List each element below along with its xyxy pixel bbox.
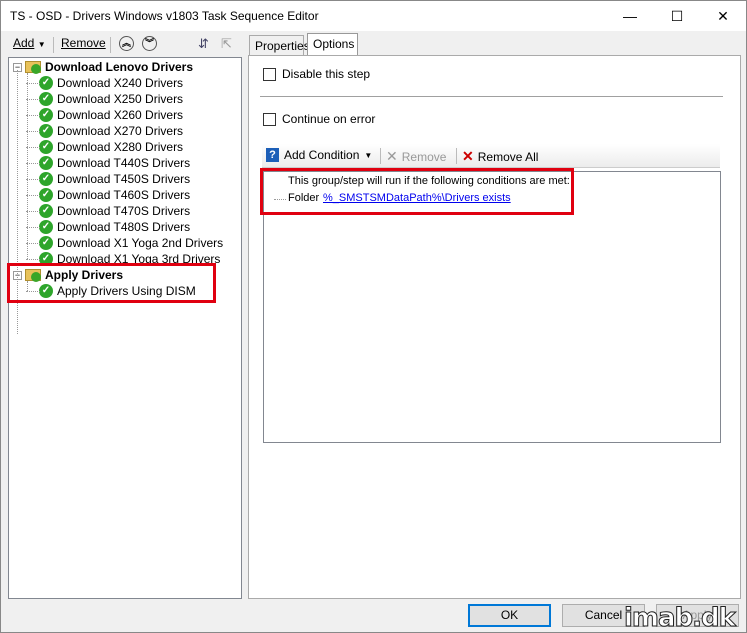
ok-button[interactable]: OK <box>468 604 551 627</box>
success-check-icon: ✓ <box>39 108 53 122</box>
title-bar: TS - OSD - Drivers Windows v1803 Task Se… <box>1 1 746 31</box>
remove-condition-label: Remove <box>401 149 447 164</box>
tab-options[interactable]: Options <box>307 33 358 56</box>
tab-properties[interactable]: Properties <box>249 35 310 55</box>
remove-x-icon: ✕ <box>386 148 398 164</box>
success-check-icon: ✓ <box>39 204 53 218</box>
tree-line <box>26 243 40 244</box>
tree-item[interactable]: ✓ Download T450S Drivers <box>26 171 191 187</box>
disable-step-checkbox[interactable]: Disable this step <box>263 67 370 81</box>
tree-item[interactable]: ✓ Download T480S Drivers <box>26 219 191 235</box>
add-menu-button[interactable]: Add ▼ <box>13 36 46 50</box>
options-panel: Disable this step Continue on error ? Ad… <box>248 55 741 599</box>
dropdown-arrow-icon: ▼ <box>364 150 373 160</box>
toolbar-separator <box>380 148 381 164</box>
success-check-icon: ✓ <box>39 220 53 234</box>
tree-item[interactable]: ✓ Download X1 Yoga 2nd Drivers <box>26 235 224 251</box>
expand-icon[interactable]: ⇵ <box>198 36 209 52</box>
success-check-icon: ✓ <box>39 188 53 202</box>
sequence-toolbar: Add ▼ Remove ︽ ︾ ⇵ ⇱ <box>7 35 242 55</box>
dropdown-arrow-icon: ▼ <box>37 40 46 49</box>
tree-item[interactable]: ✓ Download X280 Drivers <box>26 139 184 155</box>
checkbox-box <box>263 67 276 81</box>
tree-item[interactable]: ✓ Download T460S Drivers <box>26 187 191 203</box>
help-icon: ? <box>266 148 279 162</box>
tree-item[interactable]: ✓ Download X260 Drivers <box>26 107 184 123</box>
tree-line <box>26 195 40 196</box>
tree-item-label: Download X280 Drivers <box>57 140 184 154</box>
highlight-box-apply-drivers <box>7 263 216 303</box>
folder-icon <box>25 61 41 74</box>
toolbar-separator <box>53 37 54 53</box>
success-check-icon: ✓ <box>39 140 53 154</box>
tree-line <box>27 73 28 259</box>
continue-on-error-checkbox[interactable]: Continue on error <box>263 112 375 126</box>
disable-step-label: Disable this step <box>282 67 371 81</box>
tree-line <box>26 227 40 228</box>
success-check-icon: ✓ <box>39 236 53 250</box>
tree-item-label: Download T450S Drivers <box>57 172 191 186</box>
tree-line <box>26 179 40 180</box>
move-up-icon[interactable]: ︽ <box>119 36 134 51</box>
remove-button[interactable]: Remove <box>61 36 106 50</box>
task-sequence-editor-window: TS - OSD - Drivers Windows v1803 Task Se… <box>0 0 747 633</box>
add-label: Add <box>13 36 35 50</box>
add-condition-button[interactable]: ? Add Condition ▼ <box>266 148 372 162</box>
toolbar-separator <box>456 148 457 164</box>
tree-line <box>26 163 40 164</box>
tree-item-label: Download T470S Drivers <box>57 204 191 218</box>
maximize-button[interactable]: ☐ <box>654 1 700 31</box>
success-check-icon: ✓ <box>39 124 53 138</box>
tree-group-label: Download Lenovo Drivers <box>45 60 194 74</box>
collapse-icon[interactable]: ⇱ <box>221 36 232 52</box>
remove-all-button[interactable]: ✕ Remove All <box>462 148 538 165</box>
continue-on-error-label: Continue on error <box>282 112 376 126</box>
remove-all-x-icon: ✕ <box>462 148 474 164</box>
tree-item[interactable]: ✓ Download X250 Drivers <box>26 91 184 107</box>
tree-line <box>26 131 40 132</box>
tree-group[interactable]: − Download Lenovo Drivers <box>13 59 193 75</box>
tree-line <box>26 259 40 260</box>
success-check-icon: ✓ <box>39 92 53 106</box>
checkbox-box <box>263 112 276 126</box>
add-condition-label: Add Condition <box>284 148 360 162</box>
tree-item[interactable]: ✓ Download X240 Drivers <box>26 75 184 91</box>
move-down-icon[interactable]: ︾ <box>142 36 157 51</box>
tree-item-label: Download X250 Drivers <box>57 92 184 106</box>
tree-item[interactable]: ✓ Download X270 Drivers <box>26 123 184 139</box>
highlight-box-condition <box>260 168 574 215</box>
remove-condition-button[interactable]: ✕ Remove <box>386 148 446 165</box>
tree-line <box>26 211 40 212</box>
tree-line <box>26 99 40 100</box>
close-button[interactable]: ✕ <box>700 1 746 31</box>
toolbar-separator <box>110 37 111 53</box>
remove-all-label: Remove All <box>477 149 539 164</box>
window-title: TS - OSD - Drivers Windows v1803 Task Se… <box>10 9 319 23</box>
tree-item-label: Download X240 Drivers <box>57 76 184 90</box>
tree-item-label: Download X1 Yoga 2nd Drivers <box>57 236 224 250</box>
success-check-icon: ✓ <box>39 156 53 170</box>
tree-line <box>26 147 40 148</box>
tree-item[interactable]: ✓ Download T440S Drivers <box>26 155 191 171</box>
tree-item[interactable]: ✓ Download T470S Drivers <box>26 203 191 219</box>
tree-item-label: Download T480S Drivers <box>57 220 191 234</box>
watermark: imab.dk <box>624 603 737 633</box>
tree-item-label: Download X270 Drivers <box>57 124 184 138</box>
minimize-button[interactable]: — <box>607 1 653 31</box>
divider <box>260 96 723 97</box>
task-sequence-tree[interactable]: − Download Lenovo Drivers ✓ Download X240 D… <box>8 57 242 599</box>
tree-line <box>26 115 40 116</box>
success-check-icon: ✓ <box>39 172 53 186</box>
tree-item-label: Download X260 Drivers <box>57 108 184 122</box>
tree-item-label: Download T460S Drivers <box>57 188 191 202</box>
conditions-toolbar: ? Add Condition ▼ ✕ Remove ✕ Remove All <box>262 144 720 168</box>
tree-item-label: Download T440S Drivers <box>57 156 191 170</box>
tree-line <box>26 83 40 84</box>
success-check-icon: ✓ <box>39 76 53 90</box>
